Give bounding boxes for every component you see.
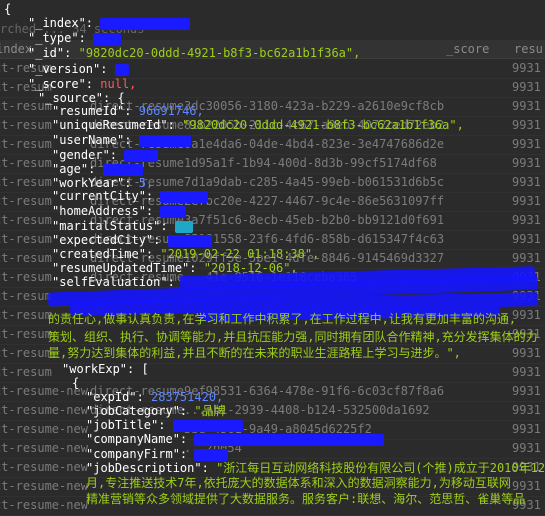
- redacted-type-value: [93, 32, 122, 45]
- json-key-username: "userName":: [52, 133, 132, 147]
- json-key-workyear: "workYear":: [52, 176, 132, 190]
- json-score-line: "_score": null,: [28, 77, 136, 91]
- json-document-view: { "_index": "_type": "_id": "9820dc20-0d…: [0, 0, 545, 508]
- json-key-selfevaluation: "selfEvaluation":: [52, 275, 175, 289]
- redacted-index-value: [100, 17, 191, 30]
- json-open-brace: {: [4, 2, 12, 16]
- json-workexp-line: "workExp": [: [62, 362, 149, 376]
- json-key-score: "_score":: [28, 77, 94, 91]
- json-key-workexp: "workExp": [: [62, 362, 149, 376]
- json-key-jobtitle: "jobTitle":: [86, 418, 166, 432]
- redacted-jobtitle: [172, 419, 243, 432]
- json-resumeid-value: 96691746,: [138, 104, 204, 118]
- json-key-id: "_id":: [28, 46, 72, 60]
- redacted-maritalstatus: [174, 220, 193, 233]
- redacted-expectedcity: [167, 234, 212, 247]
- json-maritalstatus-line: "maritalStatus":: [52, 219, 193, 233]
- json-jobdescription-line: "jobDescription": "浙江每日互动网络科技股份有限公司(个推)成…: [86, 461, 545, 475]
- json-workyear-line: "workYear": 5,: [52, 176, 153, 190]
- json-key-expectedcity: "expectedCity":: [52, 233, 161, 247]
- json-selfevaluation-line3: 量,努力达到集体的利益,并且不断的在未来的职业生涯路程上学习与进步。",: [48, 346, 461, 360]
- redacted-companyfirm: [194, 448, 229, 461]
- redacted-gender: [124, 149, 159, 162]
- json-key-currentcity: "currentCity":: [52, 189, 154, 203]
- json-key-resumeid: "resumeId":: [52, 104, 132, 118]
- redacted-username: [138, 134, 191, 147]
- redacted-version-value: [114, 63, 129, 76]
- json-type-line: "_type":: [28, 31, 122, 45]
- json-key-resumeupdatedtime: "resumeUpdatedTime":: [52, 261, 197, 275]
- json-key-version: "_version":: [28, 62, 108, 76]
- json-expectedcity-line: "expectedCity":: [52, 233, 212, 247]
- json-selfevaluation-line: "selfEvaluation":: [52, 275, 175, 289]
- json-workexp-open-brace: {: [72, 376, 80, 390]
- json-currentcity-line: "currentCity":: [52, 189, 209, 203]
- json-id-line: "_id": "9820dc20-0ddd-4921-b8f3-bc62a1b1…: [28, 46, 360, 60]
- json-id-value: "9820dc20-0ddd-4921-b8f3-bc62a1b1f36a",: [78, 46, 361, 60]
- json-key-age: "age":: [52, 162, 96, 176]
- json-gender-line: "gender":: [52, 148, 159, 162]
- json-uniqueresumeid-line: "uniqueResumeId": "9820dc20-0ddd-4921-b8…: [52, 118, 464, 132]
- json-key-index: "_index":: [28, 16, 94, 30]
- redacted-currentcity: [160, 190, 209, 203]
- json-key-source: "_source": {: [38, 91, 125, 105]
- json-jobcategory-line: "jobCategory": "品牌: [86, 404, 226, 418]
- json-jobcategory-value: "品牌: [194, 404, 226, 418]
- json-key-type: "_type":: [28, 31, 86, 45]
- json-key-gender: "gender":: [52, 148, 118, 162]
- json-key-uniqueresumeid: "uniqueResumeId":: [52, 118, 175, 132]
- json-key-createdtime: "createdTime":: [52, 247, 154, 261]
- json-username-line: "userName":: [52, 133, 191, 147]
- json-workyear-value: 5,: [138, 176, 154, 190]
- json-jobdescription-value-line1: "浙江每日互动网络科技股份有限公司(个推)成立于2010年12: [216, 461, 545, 475]
- json-homeaddress-line: "homeAddress":: [52, 204, 187, 218]
- json-key-homeaddress: "homeAddress":: [52, 204, 154, 218]
- json-key-maritalstatus: "maritalStatus":: [52, 219, 168, 233]
- json-resumeid-line: "resumeId": 96691746,: [52, 104, 204, 118]
- redacted-age: [102, 163, 143, 176]
- redacted-homeaddress: [160, 205, 187, 218]
- json-score-value: null,: [100, 77, 137, 91]
- json-key-jobcategory: "jobCategory":: [86, 404, 188, 418]
- json-source-line: "_source": {: [38, 91, 125, 105]
- json-version-line: "_version":: [28, 62, 129, 76]
- json-key-expid: "expId":: [86, 390, 144, 404]
- json-index-line: "_index":: [28, 16, 191, 30]
- json-age-line: "age":: [52, 162, 143, 176]
- json-expid-value: 283751420,: [151, 390, 224, 404]
- json-createdtime-line: "createdTime": "2019-02-22 01:18:38",: [52, 247, 319, 261]
- json-key-companyname: "companyName":: [86, 432, 188, 446]
- json-selfevaluation-line1: 的责任心,做事认真负责,在学习和工作中积累了,在工作过程中,让我有更加丰富的沟通…: [48, 312, 517, 326]
- json-jobtitle-line: "jobTitle":: [86, 418, 243, 432]
- json-uniqueresumeid-value: "9820dc20-0ddd-4921-b8f3-bc62a1b1f36a",: [182, 118, 464, 132]
- json-selfevaluation-line2: 策划、组织、执行、协调等能力,并且抗压能力强,同时拥有团队合作精神,充分发挥集体…: [48, 330, 538, 344]
- json-createdtime-value: "2019-02-22 01:18:38",: [160, 247, 320, 261]
- json-key-jobdescription: "jobDescription":: [86, 461, 209, 475]
- json-jobdescription-value-line3: 精准营销等众多领域提供了大数据服务。服务客户:联想、海尔、范思哲、雀巢等品: [86, 492, 526, 506]
- json-companyfirm-line: "companyFirm":: [86, 447, 229, 461]
- redacted-companyname: [194, 433, 385, 446]
- json-key-companyfirm: "companyFirm":: [86, 447, 188, 461]
- json-jobdescription-value-line2: 月,专注推送技术7年,依托庞大的数据体系和深入的数据洞察能力,为移动互联网: [86, 476, 511, 490]
- json-companyname-line: "companyName":: [86, 432, 385, 446]
- json-expid-line: "expId": 283751420,: [86, 390, 223, 404]
